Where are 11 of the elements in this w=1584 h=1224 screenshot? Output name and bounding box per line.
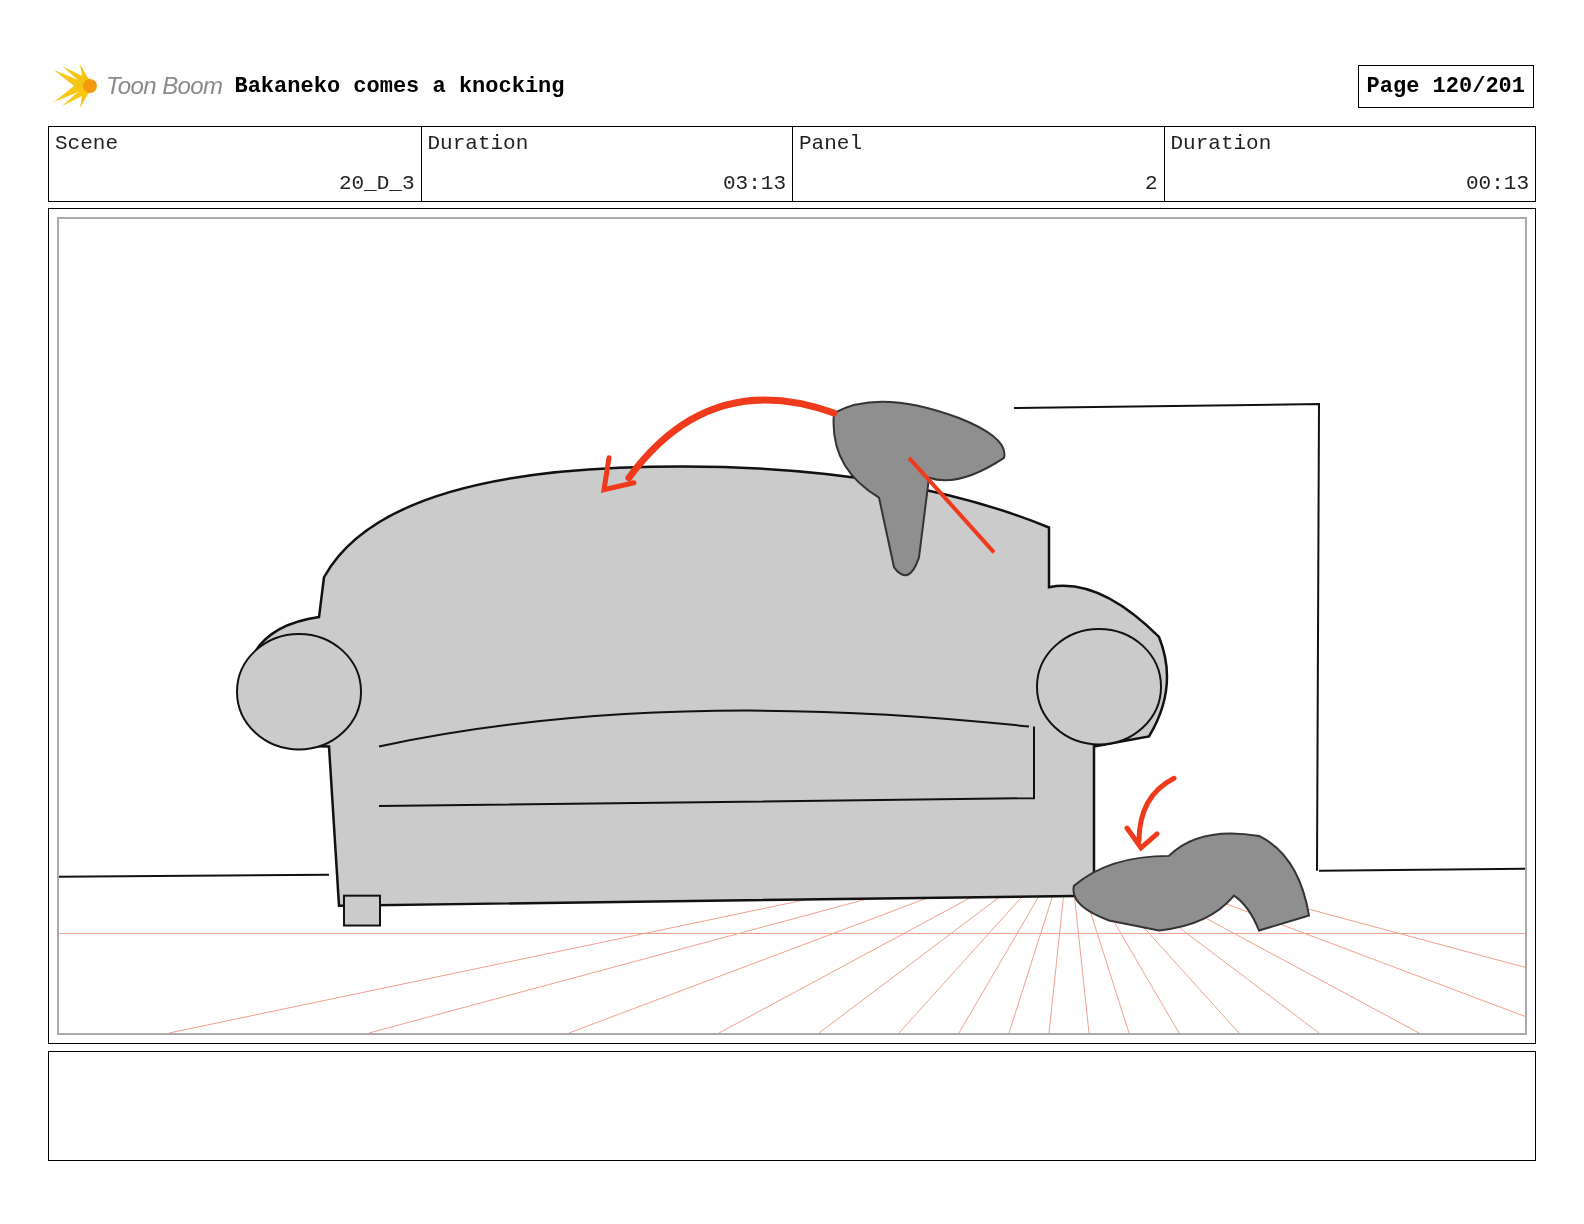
info-value: 00:13 bbox=[1465, 170, 1529, 197]
info-label: Duration bbox=[427, 131, 530, 157]
info-value: 03:13 bbox=[722, 170, 786, 197]
info-value: 2 bbox=[1143, 170, 1158, 197]
info-label: Panel bbox=[799, 131, 863, 157]
storyboard-title: Bakaneko comes a knocking bbox=[234, 72, 565, 101]
info-value: 20_D_3 bbox=[337, 170, 415, 197]
page-number: Page 120/201 bbox=[1357, 64, 1534, 108]
info-label: Duration bbox=[1170, 131, 1273, 157]
info-label: Scene bbox=[55, 131, 119, 157]
logo-text: Toon Boom bbox=[106, 71, 223, 101]
